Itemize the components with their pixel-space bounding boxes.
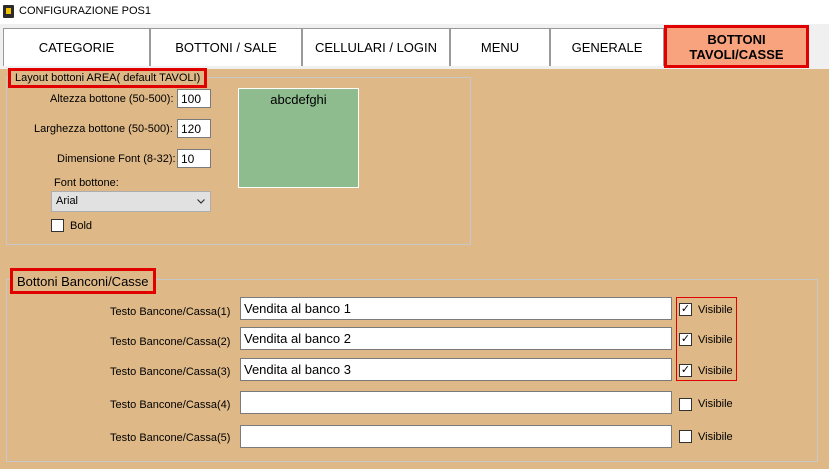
visible-label-1: Visibile <box>698 304 733 316</box>
bancone-label-2: Testo Bancone/Cassa(2) <box>110 336 231 348</box>
tab-bottoni-sale[interactable]: BOTTONI / SALE <box>150 28 302 66</box>
app-icon <box>3 5 14 18</box>
width-input[interactable] <box>177 119 211 138</box>
bancone-label-1: Testo Bancone/Cassa(1) <box>110 306 231 318</box>
font-size-label: Dimensione Font (8-32): <box>57 153 176 165</box>
window-title: CONFIGURAZIONE POS1 <box>19 5 152 17</box>
check-icon: ✓ <box>680 303 691 315</box>
visible-label-3: Visibile <box>698 365 733 377</box>
bancone-input-2[interactable] <box>240 327 672 350</box>
tab-generale[interactable]: GENERALE <box>550 28 664 66</box>
visible-checkbox-5[interactable] <box>679 430 692 443</box>
visible-label-5: Visibile <box>698 431 733 443</box>
preview-text: abcdefghi <box>270 92 327 107</box>
width-label: Larghezza bottone (50-500): <box>34 123 173 135</box>
tab-bar: CATEGORIE BOTTONI / SALE CELLULARI / LOG… <box>0 24 829 69</box>
visible-label-2: Visibile <box>698 334 733 346</box>
tab-menu[interactable]: MENU <box>450 28 550 66</box>
font-select-value: Arial <box>56 195 79 207</box>
visible-checkbox-2[interactable]: ✓ <box>679 333 692 346</box>
visible-checkbox-1[interactable]: ✓ <box>679 303 692 316</box>
tab-cellulari-login[interactable]: CELLULARI / LOGIN <box>302 28 450 66</box>
banconi-group-title: Bottoni Banconi/Casse <box>10 268 156 294</box>
bancone-input-4[interactable] <box>240 391 672 414</box>
visible-label-4: Visibile <box>698 398 733 410</box>
height-label: Altezza bottone (50-500): <box>50 93 174 105</box>
tab-categorie[interactable]: CATEGORIE <box>3 28 150 66</box>
check-icon: ✓ <box>680 364 691 376</box>
tab-bottoni-tavoli-casse[interactable]: BOTTONI TAVOLI/CASSE <box>664 25 809 68</box>
button-preview: abcdefghi <box>238 88 359 188</box>
layout-group-title: Layout bottoni AREA( default TAVOLI) <box>8 68 208 88</box>
bancone-label-4: Testo Bancone/Cassa(4) <box>110 399 231 411</box>
bold-label: Bold <box>70 220 93 232</box>
bancone-input-5[interactable] <box>240 425 672 448</box>
bancone-label-5: Testo Bancone/Cassa(5) <box>110 432 231 444</box>
font-label: Font bottone: <box>54 177 119 189</box>
bancone-input-3[interactable] <box>240 358 672 381</box>
bold-checkbox[interactable] <box>51 219 64 232</box>
height-input[interactable] <box>177 89 211 108</box>
font-size-input[interactable] <box>177 149 211 168</box>
chevron-down-icon <box>197 199 205 204</box>
visible-checkbox-3[interactable]: ✓ <box>679 364 692 377</box>
check-icon: ✓ <box>680 333 691 345</box>
title-bar: CONFIGURAZIONE POS1 <box>0 0 829 24</box>
bancone-input-1[interactable] <box>240 297 672 320</box>
visible-checkbox-4[interactable] <box>679 398 692 411</box>
bancone-label-3: Testo Bancone/Cassa(3) <box>110 366 231 378</box>
font-select[interactable]: Arial <box>51 191 211 212</box>
